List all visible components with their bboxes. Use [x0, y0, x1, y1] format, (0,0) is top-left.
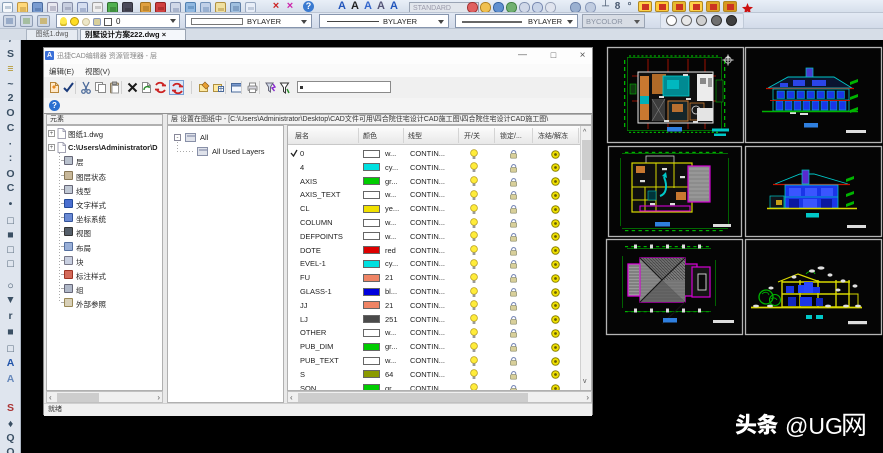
svg-text:@UG: @UG	[785, 413, 843, 439]
